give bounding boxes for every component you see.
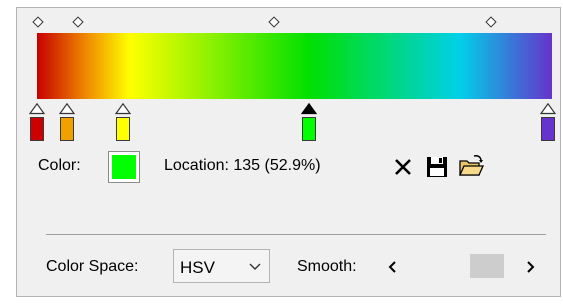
stop-arrow-icon	[115, 103, 131, 115]
chevron-left-icon[interactable]	[388, 261, 396, 273]
stop-arrow-icon	[301, 103, 317, 115]
stop-arrow-icon	[540, 103, 556, 115]
smooth-label: Smooth:	[297, 258, 357, 275]
color-stop-handle[interactable]	[59, 103, 75, 143]
stop-color-swatch	[541, 117, 555, 141]
stop-color-swatch	[60, 117, 74, 141]
stop-properties-row: Color: Location: 135 (52.9%)	[17, 151, 560, 183]
save-disk-icon[interactable]	[424, 154, 450, 180]
color-label: Color:	[38, 157, 81, 174]
stop-arrow-icon	[29, 103, 45, 115]
color-stop-handle[interactable]	[115, 103, 131, 143]
gradient-editor-panel: Color: Location: 135 (52.9%) Color Space…	[16, 7, 561, 297]
gradient-settings-row: Color Space: HSV Smooth:	[17, 249, 560, 285]
open-folder-icon[interactable]	[458, 154, 484, 180]
stop-arrow-icon	[59, 103, 75, 115]
delete-x-icon[interactable]	[390, 154, 416, 180]
color-stop-handle[interactable]	[540, 103, 556, 143]
stop-color-swatch	[30, 117, 44, 141]
color-stop-handle[interactable]	[29, 103, 45, 143]
smooth-scrollbar[interactable]	[381, 249, 541, 283]
stop-color-swatch	[116, 117, 130, 141]
selected-color-button[interactable]	[108, 151, 140, 183]
midpoint-handle[interactable]	[485, 16, 497, 28]
chevron-down-icon	[249, 263, 261, 270]
color-stop-handle-selected[interactable]	[301, 103, 317, 143]
smooth-scroll-thumb[interactable]	[470, 254, 504, 278]
midpoint-handle[interactable]	[32, 16, 44, 28]
color-space-select[interactable]: HSV	[173, 249, 270, 283]
midpoint-handle[interactable]	[72, 16, 84, 28]
midpoint-handle[interactable]	[268, 16, 280, 28]
stop-color-swatch	[302, 117, 316, 141]
color-space-value: HSV	[180, 258, 215, 277]
color-stop-track	[17, 99, 560, 147]
color-space-label: Color Space:	[46, 258, 139, 275]
midpoint-track	[17, 15, 560, 29]
location-readout: Location: 135 (52.9%)	[164, 157, 321, 174]
chevron-right-icon[interactable]	[527, 261, 535, 273]
selected-color-swatch	[112, 155, 136, 179]
section-divider	[46, 234, 546, 235]
gradient-preview-bar[interactable]	[37, 33, 552, 99]
